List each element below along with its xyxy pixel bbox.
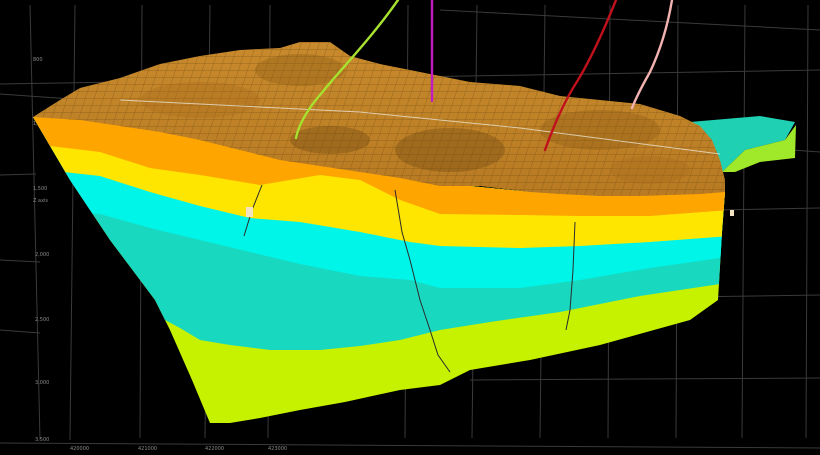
x-tick-label: 420000 (70, 446, 89, 452)
layer-stack (33, 117, 725, 423)
z-tick-label: 2,000 (35, 252, 49, 258)
well-trajectory (630, 0, 674, 110)
3d-scene[interactable]: 800 1,000 Z axis 1,500 2,000 2,500 3,000… (0, 0, 820, 455)
axis-x-labels: 420000 421000 422000 423000 (70, 446, 287, 452)
marker-block (246, 207, 253, 217)
z-tick-label: 800 (33, 57, 43, 63)
x-tick-label: 422000 (205, 446, 224, 452)
marker-block (730, 210, 734, 216)
z-tick-label: 3,000 (35, 380, 49, 386)
z-tick-label: Z axis (33, 198, 48, 204)
z-tick-label: 1,500 (33, 186, 47, 192)
3d-viewport[interactable]: 800 1,000 Z axis 1,500 2,000 2,500 3,000… (0, 0, 820, 455)
z-tick-label: 2,500 (35, 317, 49, 323)
z-tick-label: 3,500 (35, 437, 49, 443)
x-tick-label: 423000 (268, 446, 287, 452)
x-tick-label: 421000 (138, 446, 157, 452)
